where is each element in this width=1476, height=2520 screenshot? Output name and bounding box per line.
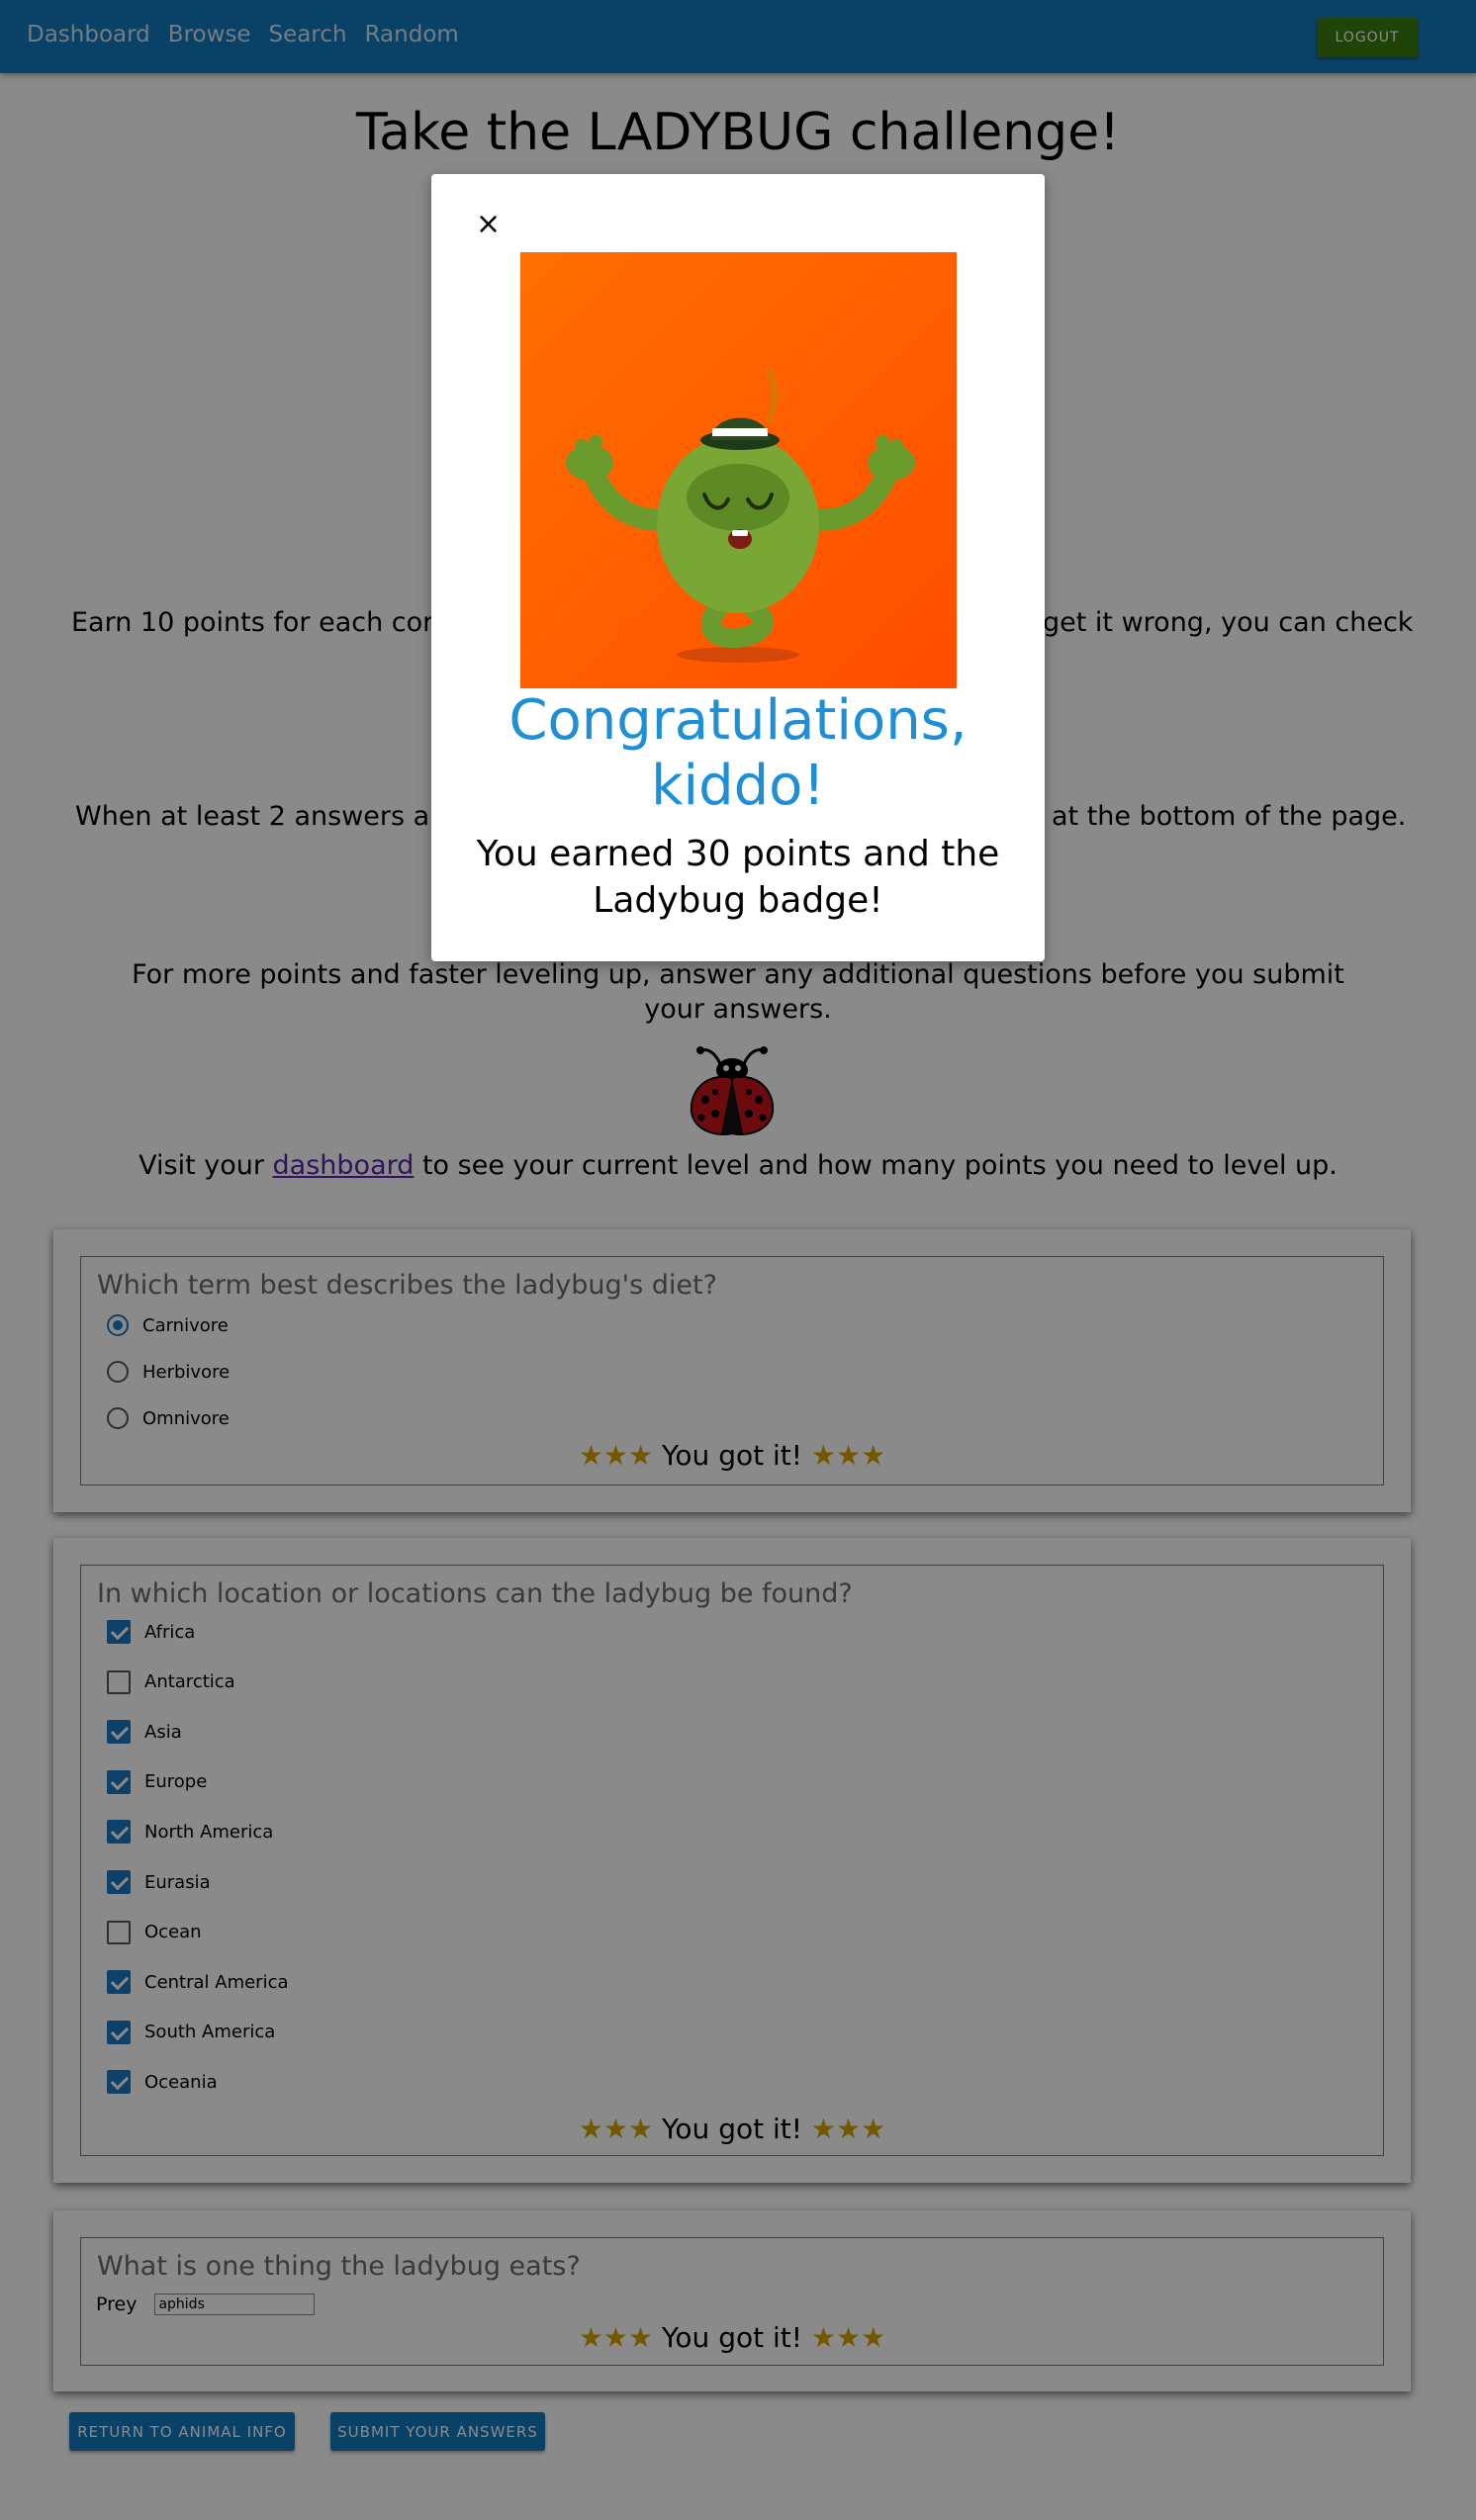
badge-celebration-image [520,252,957,688]
close-icon[interactable]: × [476,210,501,239]
modal-title: Congratulations, kiddo! [508,688,968,818]
congratulations-modal: × Congratulations, kiddo! You earned 30 … [431,174,1045,961]
modal-message: You earned 30 points and the Ladybug bad… [476,834,1000,921]
